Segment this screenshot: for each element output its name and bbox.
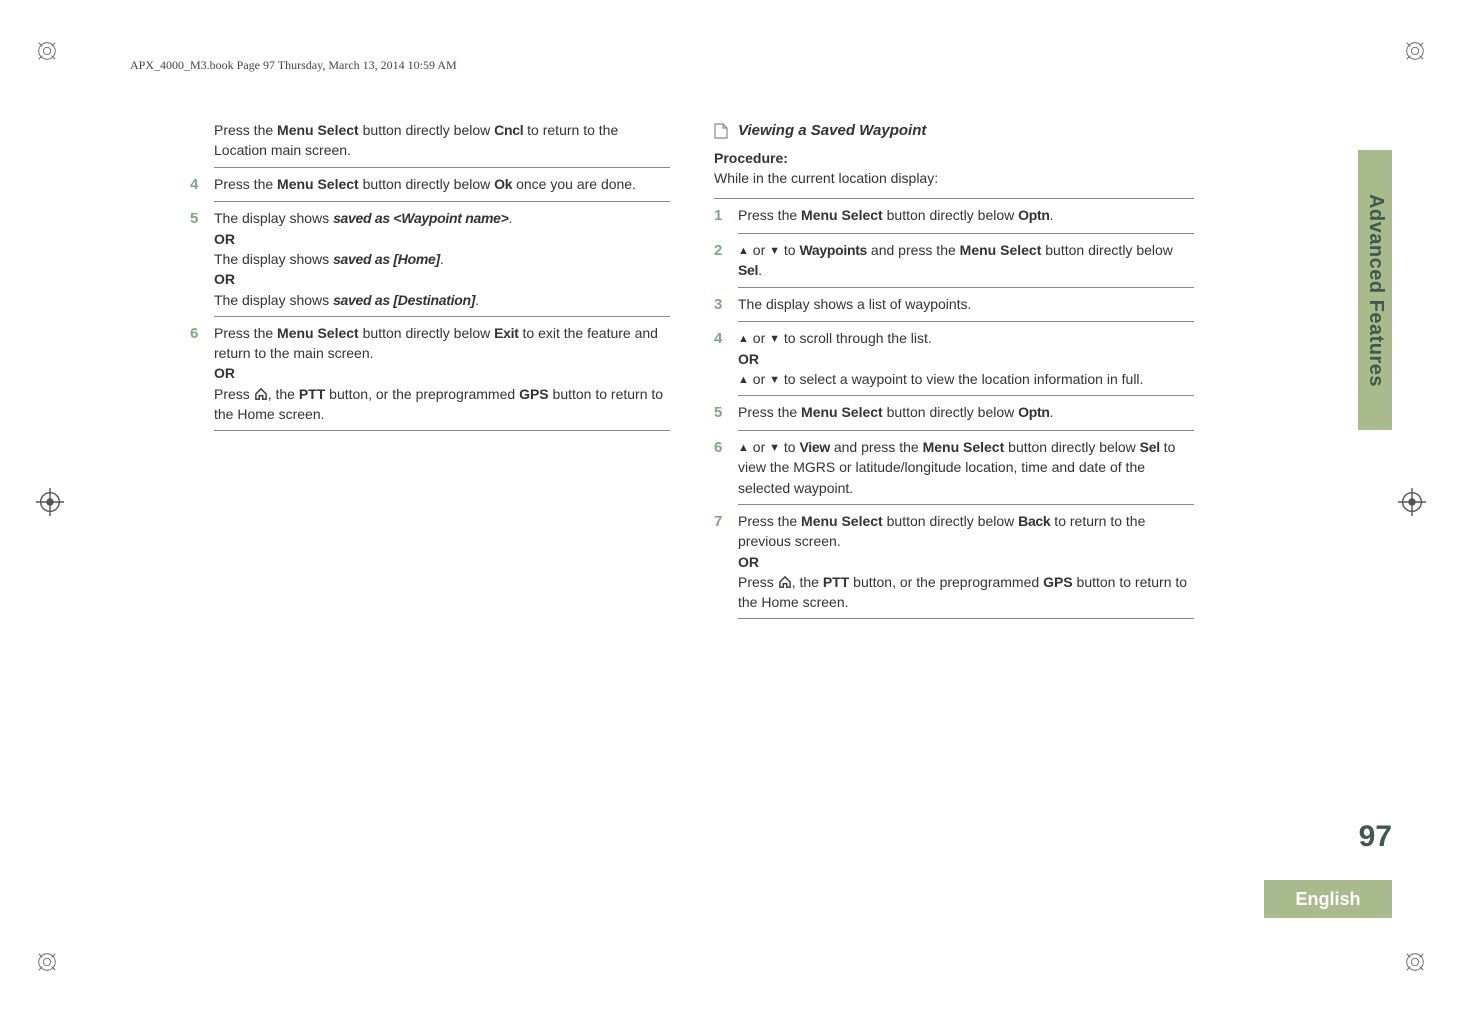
text: or <box>749 242 769 258</box>
step-number: 1 <box>714 205 738 227</box>
registration-mark-icon <box>1398 488 1426 516</box>
page-body: Advanced Features 97 English Press the M… <box>190 120 1352 923</box>
step-1: 1 Press the Menu Select button directly … <box>714 205 1194 227</box>
divider <box>214 316 670 317</box>
section-heading: Viewing a Saved Waypoint <box>714 120 1194 142</box>
step-line: Press the Menu Select button directly be… <box>738 511 1194 552</box>
up-arrow-icon: ▲ <box>738 441 749 457</box>
or-label: OR <box>214 229 670 249</box>
side-tab-label: Advanced Features <box>1364 193 1387 386</box>
divider <box>738 233 1194 234</box>
step-line: Press the Menu Select button directly be… <box>214 323 670 364</box>
step-body: ▲ or ▼ to View and press the Menu Select… <box>738 437 1194 498</box>
or-label: OR <box>738 552 1194 572</box>
or-label: OR <box>214 269 670 289</box>
right-column: Viewing a Saved Waypoint Procedure: Whil… <box>714 120 1194 625</box>
divider <box>738 321 1194 322</box>
step-2: 2 ▲ or ▼ to Waypoints and press the Menu… <box>714 240 1194 281</box>
text: to scroll through the list. <box>780 330 932 346</box>
step-4: 4 Press the Menu Select button directly … <box>190 174 670 196</box>
step-line: Press , the PTT button, or the preprogra… <box>214 384 670 425</box>
divider <box>738 430 1194 431</box>
step-5: 5 Press the Menu Select button directly … <box>714 402 1194 424</box>
step-number: 6 <box>190 323 214 424</box>
down-arrow-icon: ▼ <box>769 441 780 457</box>
crop-mark-icon <box>1404 40 1426 62</box>
or-label: OR <box>214 363 670 383</box>
step-number: 6 <box>714 437 738 498</box>
text: to Waypoints and press the Menu Select b… <box>738 242 1173 278</box>
step-body: ▲ or ▼ to scroll through the list. OR ▲ … <box>738 328 1194 389</box>
step-line: The display shows saved as [Home]. <box>214 249 670 269</box>
step-5: 5 The display shows saved as <Waypoint n… <box>190 208 670 309</box>
step-line: The display shows saved as [Destination]… <box>214 290 670 310</box>
down-arrow-icon: ▼ <box>769 332 780 348</box>
step-number: 3 <box>714 294 738 316</box>
text: to select a waypoint to view the locatio… <box>780 371 1143 387</box>
side-tab: Advanced Features <box>1358 150 1392 430</box>
language-tab: English <box>1264 880 1392 918</box>
step-6: 6 ▲ or ▼ to View and press the Menu Sele… <box>714 437 1194 498</box>
procedure-intro: While in the current location display: <box>714 168 1194 188</box>
crop-mark-icon <box>1404 951 1426 973</box>
crop-mark-icon <box>36 951 58 973</box>
step-continuation: Press the Menu Select button directly be… <box>214 120 670 161</box>
step-line: The display shows saved as <Waypoint nam… <box>214 208 670 228</box>
divider <box>214 167 670 168</box>
divider <box>714 198 1194 199</box>
step-body: The display shows saved as <Waypoint nam… <box>214 208 670 309</box>
step-line: ▲ or ▼ to scroll through the list. <box>738 328 1194 348</box>
divider <box>738 504 1194 505</box>
text: Press <box>214 386 254 402</box>
step-3: 3 The display shows a list of waypoints. <box>714 294 1194 316</box>
up-arrow-icon: ▲ <box>738 244 749 260</box>
step-body: Press the Menu Select button directly be… <box>738 511 1194 612</box>
step-body: Press the Menu Select button directly be… <box>214 323 670 424</box>
up-arrow-icon: ▲ <box>738 332 749 348</box>
text: Press <box>738 574 778 590</box>
up-arrow-icon: ▲ <box>738 373 749 389</box>
step-body: Press the Menu Select button directly be… <box>738 205 1194 227</box>
divider <box>738 395 1194 396</box>
crop-mark-icon <box>36 40 58 62</box>
step-body: Press the Menu Select button directly be… <box>738 402 1194 424</box>
document-icon <box>714 123 728 139</box>
step-number: 5 <box>190 208 214 309</box>
divider <box>214 430 670 431</box>
divider <box>738 287 1194 288</box>
step-7: 7 Press the Menu Select button directly … <box>714 511 1194 612</box>
down-arrow-icon: ▼ <box>769 244 780 260</box>
divider <box>738 618 1194 619</box>
step-body: ▲ or ▼ to Waypoints and press the Menu S… <box>738 240 1194 281</box>
step-body: Press the Menu Select button directly be… <box>214 174 670 196</box>
text: , the PTT button, or the preprogrammed G… <box>738 574 1187 610</box>
page-number: 97 <box>1312 820 1392 854</box>
step-4: 4 ▲ or ▼ to scroll through the list. OR … <box>714 328 1194 389</box>
step-number: 4 <box>190 174 214 196</box>
text: or <box>749 371 769 387</box>
book-header: APX_4000_M3.book Page 97 Thursday, March… <box>130 58 457 73</box>
divider <box>214 201 670 202</box>
registration-mark-icon <box>36 488 64 516</box>
left-column: Press the Menu Select button directly be… <box>190 120 670 625</box>
home-icon <box>778 574 792 590</box>
procedure-label: Procedure: <box>714 148 1194 168</box>
or-label: OR <box>738 349 1194 369</box>
step-body: The display shows a list of waypoints. <box>738 294 1194 316</box>
down-arrow-icon: ▼ <box>769 373 780 389</box>
text: , the PTT button, or the preprogrammed G… <box>214 386 663 422</box>
text: or <box>749 439 769 455</box>
section-title: Viewing a Saved Waypoint <box>738 120 926 142</box>
step-number: 5 <box>714 402 738 424</box>
text: or <box>749 330 769 346</box>
step-line: Press , the PTT button, or the preprogra… <box>738 572 1194 613</box>
step-6: 6 Press the Menu Select button directly … <box>190 323 670 424</box>
text: to View and press the Menu Select button… <box>738 439 1175 496</box>
step-number: 2 <box>714 240 738 281</box>
step-number: 4 <box>714 328 738 389</box>
home-icon <box>254 386 268 402</box>
step-line: ▲ or ▼ to select a waypoint to view the … <box>738 369 1194 389</box>
step-number: 7 <box>714 511 738 612</box>
